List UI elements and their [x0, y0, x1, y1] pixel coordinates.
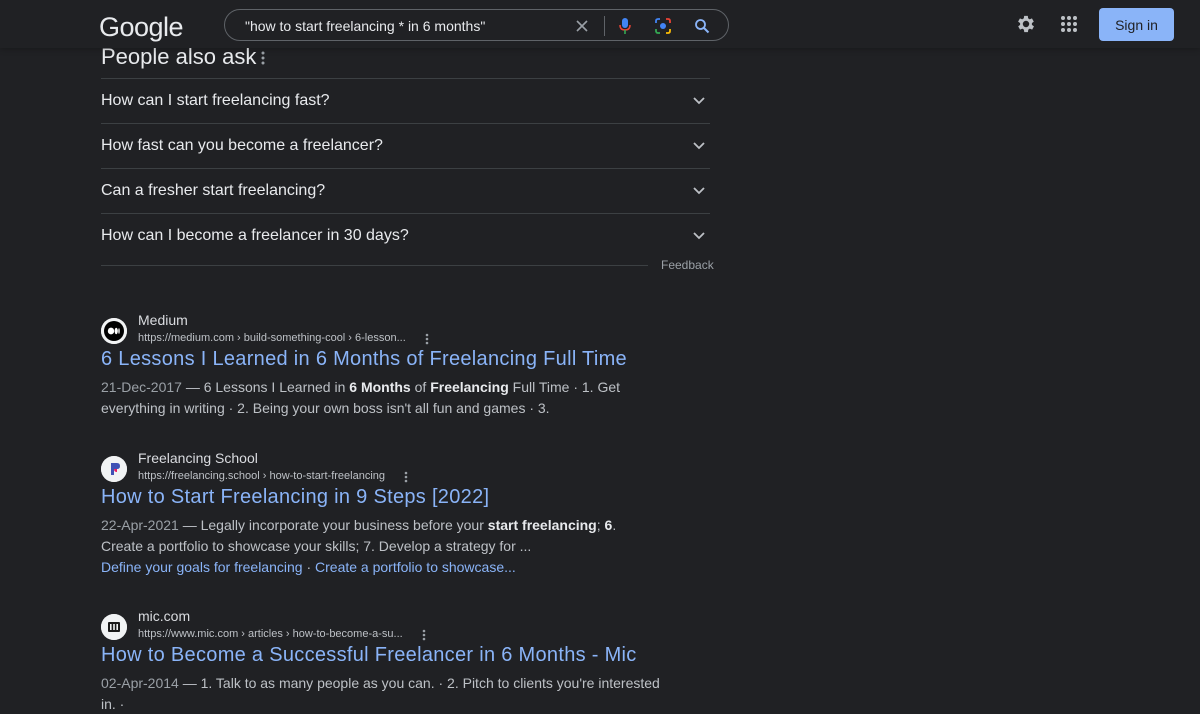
site-name: mic.com	[138, 608, 191, 624]
site-url[interactable]: https://medium.com › build-something-coo…	[138, 332, 406, 344]
settings-gear-icon[interactable]	[1014, 12, 1038, 36]
sign-in-button[interactable]: Sign in	[1099, 8, 1174, 41]
medium-favicon-icon	[101, 318, 127, 344]
result-snippet: 02-Apr-2014 — 1. Talk to as many people …	[101, 673, 661, 714]
result-date: 21-Dec-2017	[101, 379, 182, 395]
search-box[interactable]	[224, 9, 729, 41]
snippet-text: — 1. Talk to as many people as you can. …	[101, 675, 660, 712]
clear-icon[interactable]	[573, 17, 591, 35]
snippet-text: ;	[596, 517, 605, 533]
snippet-bold: Months	[360, 379, 411, 395]
paa-question-text: How can I start freelancing fast?	[101, 92, 330, 109]
result-title-link[interactable]: 6 Lessons I Learned in 6 Months of Freel…	[101, 348, 627, 371]
result-title-link[interactable]: How to Start Freelancing in 9 Steps [202…	[101, 486, 489, 509]
site-url[interactable]: https://freelancing.school › how-to-star…	[138, 470, 385, 482]
search-input[interactable]	[243, 15, 563, 37]
apps-grid-icon[interactable]	[1057, 12, 1081, 36]
result-snippet: 22-Apr-2021 — Legally incorporate your b…	[101, 515, 661, 556]
more-options-icon[interactable]	[399, 468, 413, 486]
paa-question[interactable]: How fast can you become a freelancer?	[101, 123, 710, 168]
freelancing-school-favicon-icon	[101, 456, 127, 482]
sitelinks: Define your goals for freelancing · Crea…	[101, 559, 516, 575]
more-options-icon[interactable]	[420, 330, 434, 348]
feedback-link[interactable]: Feedback	[661, 258, 714, 272]
top-bar: Google "how to start freelancing * in 6 …	[0, 0, 1200, 48]
microphone-icon[interactable]	[616, 17, 634, 35]
site-name: Medium	[138, 312, 188, 328]
search-icon[interactable]	[693, 17, 711, 35]
divider	[101, 265, 648, 266]
sitelink[interactable]: Create a portfolio to showcase...	[315, 559, 516, 575]
snippet-text: — 6 Lessons I Learned in	[181, 379, 350, 395]
paa-question-text: How fast can you become a freelancer?	[101, 137, 383, 154]
paa-question[interactable]: How can I start freelancing fast?	[101, 78, 710, 123]
paa-question[interactable]: How can I become a freelancer in 30 days…	[101, 213, 710, 258]
paa-question[interactable]: Can a fresher start freelancing?	[101, 168, 710, 213]
snippet-text: of	[410, 379, 431, 395]
more-options-icon[interactable]	[417, 626, 431, 644]
site-url[interactable]: https://www.mic.com › articles › how-to-…	[138, 628, 403, 640]
snippet-text: — Legally incorporate your business befo…	[178, 517, 488, 533]
result-snippet: 21-Dec-2017 — 6 Lessons I Learned in 6 M…	[101, 377, 661, 418]
site-name: Freelancing School	[138, 450, 258, 466]
mic-favicon-icon	[101, 614, 127, 640]
result-date: 22-Apr-2021	[101, 517, 179, 533]
snippet-bold: start	[487, 517, 519, 533]
chevron-down-icon[interactable]	[690, 182, 708, 200]
paa-question-text: How can I become a freelancer in 30 days…	[101, 227, 409, 244]
snippet-bold: Freelancing	[430, 379, 509, 395]
more-options-icon[interactable]	[254, 48, 272, 68]
camera-lens-icon[interactable]	[654, 17, 672, 35]
paa-question-text: Can a fresher start freelancing?	[101, 182, 326, 199]
sitelink[interactable]: Define your goals for freelancing	[101, 559, 303, 575]
snippet-bold: 6	[349, 379, 358, 395]
chevron-down-icon[interactable]	[690, 92, 708, 110]
chevron-down-icon[interactable]	[690, 227, 708, 245]
result-date: 02-Apr-2014	[101, 675, 179, 691]
snippet-bold: freelancing	[522, 517, 597, 533]
google-logo[interactable]: Google	[99, 11, 184, 43]
search-divider	[604, 16, 605, 36]
sitelink-separator: ·	[302, 559, 316, 575]
chevron-down-icon[interactable]	[690, 137, 708, 155]
result-title-link[interactable]: How to Become a Successful Freelancer in…	[101, 644, 637, 667]
